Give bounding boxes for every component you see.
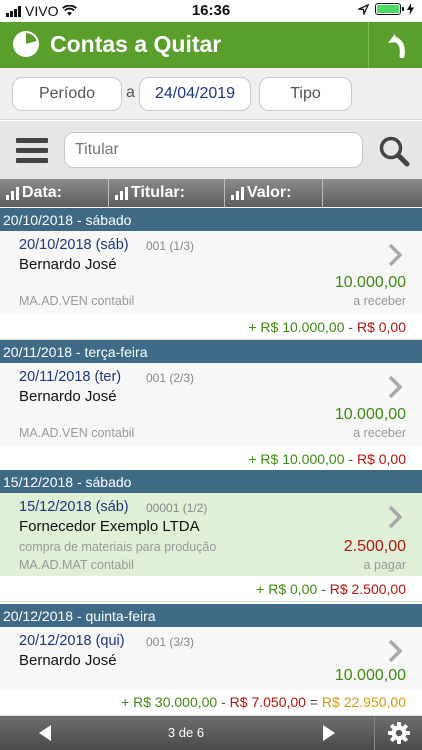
total-debit: R$ 2.500,00 (329, 581, 406, 597)
page-indicator: 3 de 6 (167, 725, 205, 740)
entry-amount: 10.000,00 (334, 667, 406, 684)
status-bar: VIVO 16:36 (0, 0, 422, 22)
summary-separator: - (217, 694, 230, 710)
search-icon[interactable] (378, 135, 410, 167)
total-credit: + R$ 0,00 (256, 581, 318, 597)
column-header-bar: Data: Titular: Valor: (0, 179, 422, 207)
entry-status: a pagar (363, 558, 406, 572)
filter-bar: Período a 24/04/2019 Tipo (0, 68, 422, 120)
total-debit: R$ 0,00 (356, 451, 406, 467)
search-bar (0, 121, 422, 179)
list-item[interactable]: 20/10/2018 (sáb) 001 (1/3) Bernardo José… (0, 231, 422, 315)
total-separator: - (344, 451, 357, 467)
total-debit: R$ 0,00 (356, 319, 406, 335)
entry-status: a receber (353, 294, 406, 308)
column-label: Data: (22, 184, 63, 201)
next-page-icon[interactable] (322, 724, 336, 742)
sort-by-holder-column[interactable]: Titular: (109, 179, 225, 207)
settings-button[interactable] (374, 716, 422, 750)
end-date-field[interactable]: 24/04/2019 (139, 77, 251, 111)
date-group-header: 15/12/2018 - sábado (0, 470, 422, 493)
column-filler (323, 179, 422, 207)
date-group-header: 20/11/2018 - terça-feira (0, 340, 422, 363)
column-label: Valor: (247, 184, 292, 201)
entry-date: 20/12/2018 (qui) (19, 633, 125, 649)
entry-document: 00001 (1/2) (146, 501, 208, 515)
chevron-right-icon (388, 505, 402, 529)
entry-account: MA.AD.VEN contabil (19, 294, 135, 308)
entry-holder: Bernardo José (19, 256, 117, 273)
app-header: Contas a Quitar (0, 22, 422, 68)
pie-chart-logo-icon (13, 31, 39, 57)
total-separator: - (317, 581, 330, 597)
entry-amount: 10.000,00 (334, 274, 406, 291)
entry-holder: Bernardo José (19, 652, 117, 669)
summary-balance: R$ 22.950,00 (321, 694, 406, 710)
list-item[interactable]: 15/12/2018 (sáb) 00001 (1/2) Fornecedor … (0, 493, 422, 577)
group-total: + R$ 10.000,00 - R$ 0,00 (0, 314, 422, 340)
chevron-right-icon (388, 243, 402, 267)
charging-bolt-icon (407, 3, 414, 15)
date-group-header: 20/12/2018 - quinta-feira (0, 604, 422, 627)
list-item[interactable]: 20/12/2018 (qui) 001 (3/3) Bernardo José… (0, 627, 422, 690)
location-arrow-icon (358, 3, 369, 15)
total-separator: - (344, 319, 357, 335)
entry-account: MA.AD.MAT contabil (19, 558, 134, 572)
total-credit: + R$ 10.000,00 (248, 319, 345, 335)
sort-bars-icon (115, 187, 128, 200)
entry-holder: Bernardo José (19, 388, 117, 405)
summary-credit: + R$ 30.000,00 (121, 694, 218, 710)
entry-status: a receber (353, 426, 406, 440)
entry-amount: 10.000,00 (334, 406, 406, 423)
entry-document: 001 (2/3) (146, 371, 195, 385)
summary-equals: = (305, 694, 322, 710)
pagination-bar: 3 de 6 (0, 716, 422, 750)
sort-by-date-column[interactable]: Data: (0, 179, 109, 207)
sort-bars-icon (231, 187, 244, 200)
entry-description: compra de materiais para produção (19, 540, 217, 554)
chevron-right-icon (388, 375, 402, 399)
type-button[interactable]: Tipo (259, 77, 352, 111)
entry-date: 20/11/2018 (ter) (19, 369, 122, 385)
total-credit: + R$ 10.000,00 (248, 451, 345, 467)
overall-summary: + R$ 30.000,00 - R$ 7.050,00 = R$ 22.950… (0, 689, 422, 716)
battery-icon (375, 3, 404, 15)
group-total: + R$ 0,00 - R$ 2.500,00 (0, 576, 422, 602)
back-button[interactable] (368, 22, 422, 68)
entry-document: 001 (1/3) (146, 239, 195, 253)
column-label: Titular: (131, 184, 185, 201)
gear-icon (387, 722, 410, 744)
summary-debit: R$ 7.050,00 (229, 694, 306, 710)
group-total: + R$ 10.000,00 - R$ 0,00 (0, 446, 422, 472)
chevron-right-icon (388, 639, 402, 663)
back-arrow-icon (387, 34, 405, 58)
entry-date: 15/12/2018 (sáb) (19, 499, 129, 515)
entry-amount: 2.500,00 (343, 538, 406, 555)
sort-by-value-column[interactable]: Valor: (225, 179, 323, 207)
entry-date: 20/10/2018 (sáb) (19, 237, 129, 253)
entry-document: 001 (3/3) (146, 635, 195, 649)
sort-bars-icon (6, 187, 19, 200)
period-button[interactable]: Período (12, 77, 122, 111)
search-input[interactable] (64, 132, 363, 168)
date-separator: a (126, 84, 135, 101)
date-group-header: 20/10/2018 - sábado (0, 208, 422, 231)
entry-holder: Fornecedor Exemplo LTDA (19, 518, 200, 535)
list-item[interactable]: 20/11/2018 (ter) 001 (2/3) Bernardo José… (0, 363, 422, 447)
page-title: Contas a Quitar (50, 31, 222, 57)
entry-account: MA.AD.VEN contabil (19, 426, 135, 440)
menu-icon[interactable] (16, 138, 48, 163)
